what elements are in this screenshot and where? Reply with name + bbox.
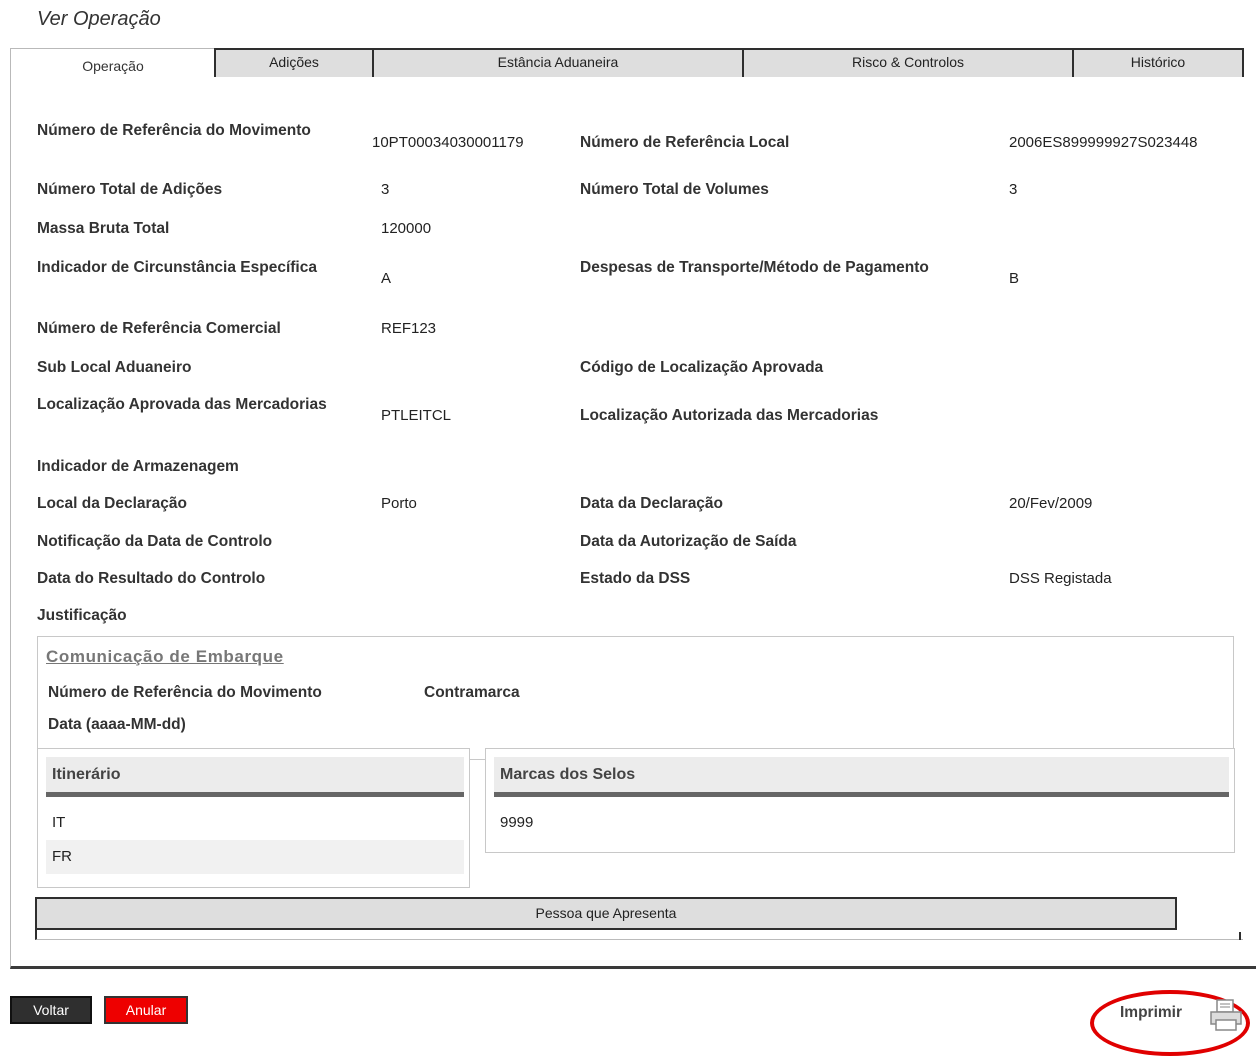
authorised-location-label: Localização Autorizada das Mercadorias bbox=[580, 407, 879, 424]
dss-state-value: DSS Registada bbox=[1009, 570, 1112, 587]
control-date-notification-label: Notificação da Data de Controlo bbox=[37, 533, 273, 550]
justification-label: Justificação bbox=[37, 607, 127, 624]
specific-circumstance-label: Indicador de Circunstância Específica bbox=[37, 259, 317, 276]
itinerario-box: Itinerário IT FR bbox=[37, 748, 470, 888]
total-packages-label: Número Total de Volumes bbox=[580, 181, 769, 198]
operation-panel: Número de Referência do Movimento 10PT00… bbox=[10, 77, 1256, 969]
declaration-date-value: 20/Fev/2009 bbox=[1009, 495, 1093, 512]
transport-payment-label: Despesas de Transporte/Método de Pagamen… bbox=[580, 259, 929, 276]
pessoa-divider bbox=[1239, 932, 1241, 940]
exit-release-date-label: Data da Autorização de Saída bbox=[580, 533, 797, 550]
approved-location-value: PTLEITCL bbox=[381, 407, 452, 424]
total-items-value: 3 bbox=[381, 181, 390, 198]
tab-bar: Operação Adições Estância Aduaneira Risc… bbox=[10, 48, 1256, 79]
embarque-mrn-label: Número de Referência do Movimento bbox=[48, 684, 322, 701]
commercial-ref-label: Número de Referência Comercial bbox=[37, 320, 281, 337]
selos-row: 9999 bbox=[500, 814, 534, 831]
mrn-value: 10PT00034030001179 bbox=[372, 134, 524, 151]
printer-icon[interactable] bbox=[1208, 998, 1244, 1032]
tab-risco-controlos[interactable]: Risco & Controlos bbox=[742, 48, 1074, 78]
selos-box: Marcas dos Selos 9999 bbox=[485, 748, 1235, 853]
total-packages-value: 3 bbox=[1009, 181, 1018, 198]
itinerario-row: FR bbox=[46, 840, 464, 874]
total-items-label: Número Total de Adições bbox=[37, 181, 223, 198]
approved-location-code-label: Código de Localização Aprovada bbox=[580, 359, 824, 376]
page-title: Ver Operação bbox=[37, 8, 161, 30]
embarque-counter-mark-label: Contramarca bbox=[424, 684, 520, 701]
control-result-date-label: Data do Resultado do Controlo bbox=[37, 570, 266, 587]
declaration-date-label: Data da Declaração bbox=[580, 495, 724, 512]
tab-adicoes[interactable]: Adições bbox=[214, 48, 374, 78]
selos-header: Marcas dos Selos bbox=[494, 757, 1229, 797]
tab-estancia-aduaneira[interactable]: Estância Aduaneira bbox=[372, 48, 744, 78]
declaration-place-value: Porto bbox=[381, 495, 417, 512]
gross-mass-value: 120000 bbox=[381, 220, 432, 237]
pessoa-section bbox=[35, 930, 1243, 940]
anular-button[interactable]: Anular bbox=[104, 996, 188, 1024]
lrn-value: 2006ES899999927S023448 bbox=[1009, 134, 1198, 151]
declaration-place-label: Local da Declaração bbox=[37, 495, 187, 512]
mrn-label: Número de Referência do Movimento bbox=[37, 122, 311, 139]
itinerario-row: IT bbox=[52, 814, 66, 831]
dss-state-label: Estado da DSS bbox=[580, 570, 691, 587]
lrn-label: Número de Referência Local bbox=[580, 134, 790, 151]
tab-operacao[interactable]: Operação bbox=[10, 48, 216, 79]
transport-payment-value: B bbox=[1009, 270, 1020, 287]
approved-location-label: Localização Aprovada das Mercadorias bbox=[37, 396, 327, 413]
storage-indicator-label: Indicador de Armazenagem bbox=[37, 458, 239, 475]
print-link[interactable]: Imprimir bbox=[1120, 1004, 1182, 1022]
embarque-box: Comunicação de Embarque Número de Referê… bbox=[37, 636, 1234, 760]
pessoa-header: Pessoa que Apresenta bbox=[35, 897, 1177, 930]
specific-circumstance-value: A bbox=[381, 270, 392, 287]
gross-mass-label: Massa Bruta Total bbox=[37, 220, 170, 237]
embarque-date-label: Data (aaaa-MM-dd) bbox=[48, 716, 186, 733]
tab-historico[interactable]: Histórico bbox=[1072, 48, 1244, 78]
voltar-button[interactable]: Voltar bbox=[10, 996, 92, 1024]
sub-location-label: Sub Local Aduaneiro bbox=[37, 359, 192, 376]
embarque-link[interactable]: Comunicação de Embarque bbox=[46, 647, 284, 667]
itinerario-header: Itinerário bbox=[46, 757, 464, 797]
commercial-ref-value: REF123 bbox=[381, 320, 437, 337]
